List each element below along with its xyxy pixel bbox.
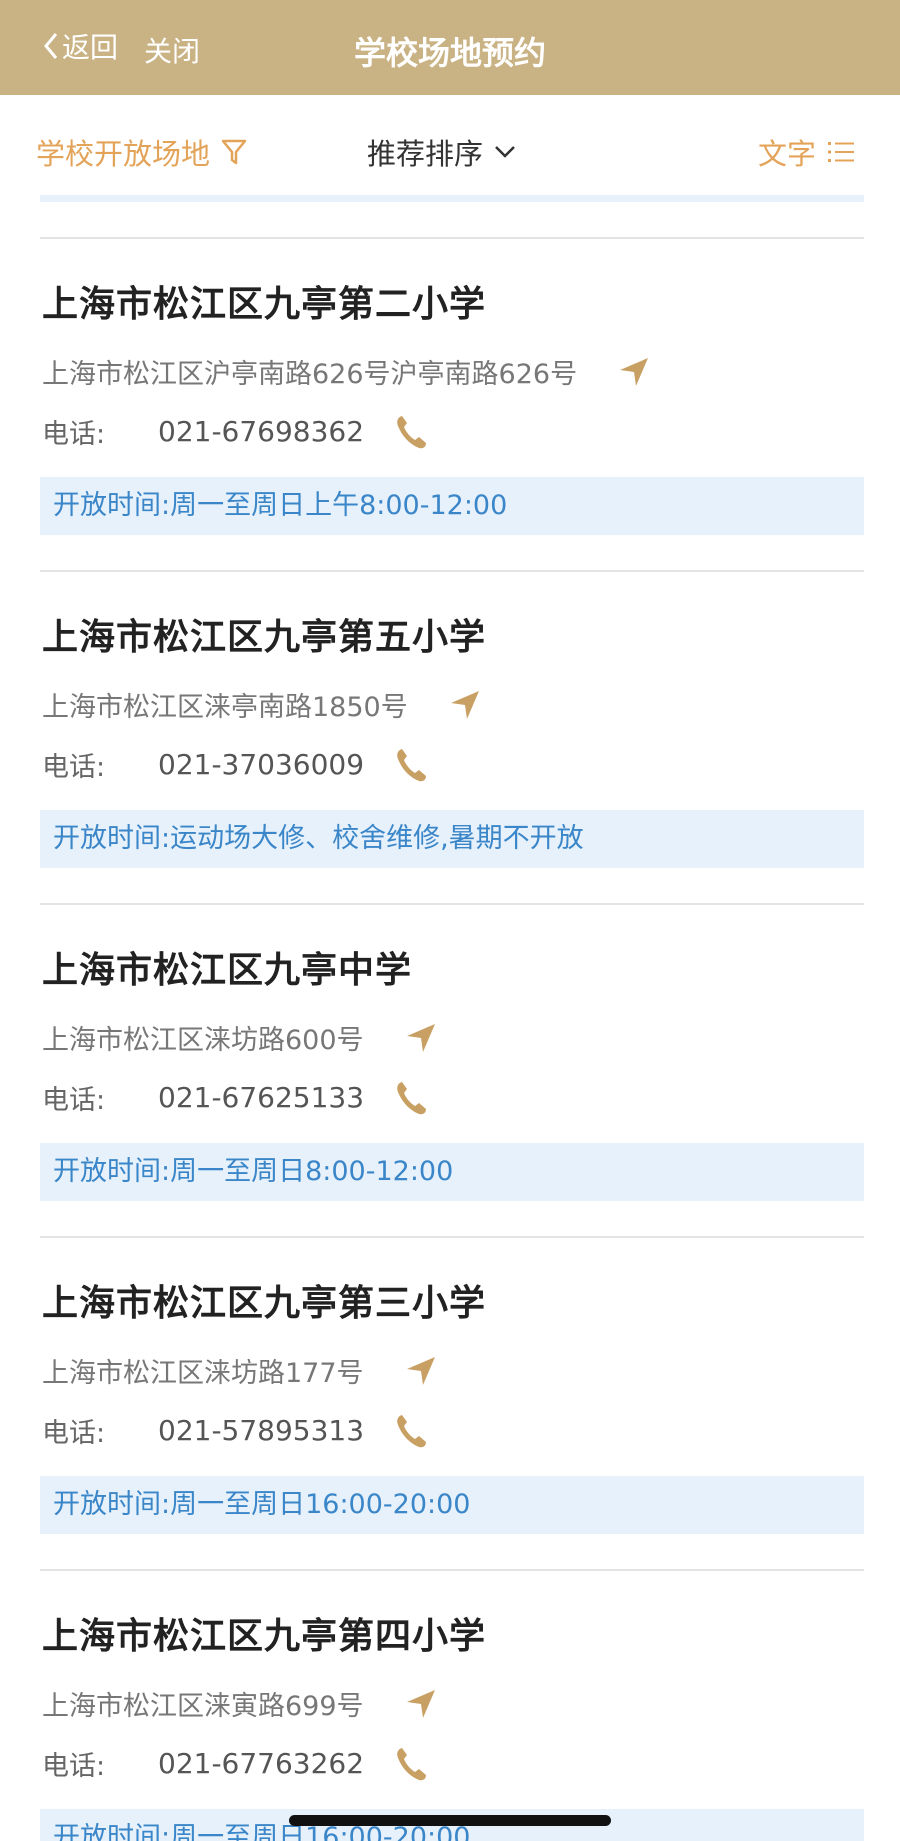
sort-label: 推荐排序 xyxy=(367,137,484,171)
home-indicator[interactable] xyxy=(289,1815,611,1826)
school-name: 上海市松江区九亭第四小学 xyxy=(42,1616,487,1657)
school-phone: 电话: 021-67698362 xyxy=(42,412,428,451)
venue-filter-label: 学校开放场地 xyxy=(36,137,211,171)
venue-filter-button[interactable]: 学校开放场地 xyxy=(36,131,248,173)
school-phone: 电话: 021-57895313 xyxy=(42,1411,428,1450)
chevron-down-icon xyxy=(495,146,515,158)
school-card[interactable]: 上海市松江区九亭中学 上海市松江区涞坊路600号 电话: 021-6762513… xyxy=(40,903,864,1236)
address-text: 上海市松江区涞坊路177号 xyxy=(42,1358,364,1389)
open-hours: 开放时间:周一至周日8:00-12:00 xyxy=(40,1143,864,1201)
school-phone: 电话: 021-67763262 xyxy=(42,1744,428,1783)
address-text: 上海市松江区涞寅路699号 xyxy=(42,1691,364,1722)
open-hours: 开放时间:周一至周日上午8:00-12:00 xyxy=(40,477,864,535)
school-name: 上海市松江区九亭中学 xyxy=(42,950,413,991)
school-address: 上海市松江区沪亭南路626号沪亭南路626号 xyxy=(42,352,651,391)
page-title: 学校场地预约 xyxy=(353,34,546,72)
phone-icon[interactable] xyxy=(394,1412,428,1450)
phone-label: 电话: xyxy=(42,1751,106,1782)
open-hours: 开放时间:运动场大修、校舍维修,暑期不开放 xyxy=(40,810,864,868)
school-address: 上海市松江区涞坊路600号 xyxy=(42,1018,438,1057)
phone-number: 021-67698362 xyxy=(158,415,365,448)
school-card[interactable]: 上海市松江区九亭第五小学 上海市松江区涞亭南路1850号 电话: 021-370… xyxy=(40,570,864,903)
navigate-arrow-icon[interactable] xyxy=(448,688,482,722)
previous-card-hours-strip xyxy=(40,195,864,202)
address-text: 上海市松江区涞坊路600号 xyxy=(42,1025,364,1056)
school-list: 上海市松江区九亭第二小学 上海市松江区沪亭南路626号沪亭南路626号 电话: … xyxy=(0,237,900,1841)
school-card[interactable]: 上海市松江区九亭第二小学 上海市松江区沪亭南路626号沪亭南路626号 电话: … xyxy=(40,237,864,570)
phone-number: 021-67625133 xyxy=(158,1081,365,1114)
view-mode-label: 文字 xyxy=(758,137,817,171)
school-name: 上海市松江区九亭第五小学 xyxy=(42,617,487,658)
open-hours: 开放时间:周一至周日16:00-20:00 xyxy=(40,1476,864,1534)
phone-icon[interactable] xyxy=(394,746,428,784)
list-icon xyxy=(828,142,855,162)
phone-number: 021-57895313 xyxy=(158,1414,365,1447)
filter-bar: 学校开放场地 推荐排序 文字 xyxy=(0,95,900,195)
phone-number: 021-67763262 xyxy=(158,1747,365,1780)
school-address: 上海市松江区涞亭南路1850号 xyxy=(42,685,482,724)
sort-dropdown[interactable]: 推荐排序 xyxy=(367,131,517,173)
view-mode-toggle[interactable]: 文字 xyxy=(758,131,856,173)
phone-label: 电话: xyxy=(42,1418,106,1449)
phone-icon[interactable] xyxy=(394,1745,428,1783)
school-phone: 电话: 021-67625133 xyxy=(42,1078,428,1117)
school-name: 上海市松江区九亭第三小学 xyxy=(42,1283,487,1324)
address-text: 上海市松江区沪亭南路626号沪亭南路626号 xyxy=(42,359,578,390)
phone-label: 电话: xyxy=(42,752,106,783)
school-card[interactable]: 上海市松江区九亭第四小学 上海市松江区涞寅路699号 电话: 021-67763… xyxy=(40,1569,864,1841)
school-name: 上海市松江区九亭第二小学 xyxy=(42,284,487,325)
navigate-arrow-icon[interactable] xyxy=(404,1687,438,1721)
school-address: 上海市松江区涞坊路177号 xyxy=(42,1351,438,1390)
school-card[interactable]: 上海市松江区九亭第三小学 上海市松江区涞坊路177号 电话: 021-57895… xyxy=(40,1236,864,1569)
funnel-icon xyxy=(221,139,247,165)
phone-number: 021-37036009 xyxy=(158,748,365,781)
nav-bar: 返回 关闭 学校场地预约 xyxy=(0,0,900,95)
phone-icon[interactable] xyxy=(394,1079,428,1117)
navigate-arrow-icon[interactable] xyxy=(404,1021,438,1055)
school-phone: 电话: 021-37036009 xyxy=(42,745,428,784)
navigate-arrow-icon[interactable] xyxy=(617,355,651,389)
address-text: 上海市松江区涞亭南路1850号 xyxy=(42,692,408,723)
phone-label: 电话: xyxy=(42,1085,106,1116)
phone-icon[interactable] xyxy=(394,413,428,451)
school-address: 上海市松江区涞寅路699号 xyxy=(42,1684,438,1723)
phone-label: 电话: xyxy=(42,419,106,450)
navigate-arrow-icon[interactable] xyxy=(404,1354,438,1388)
